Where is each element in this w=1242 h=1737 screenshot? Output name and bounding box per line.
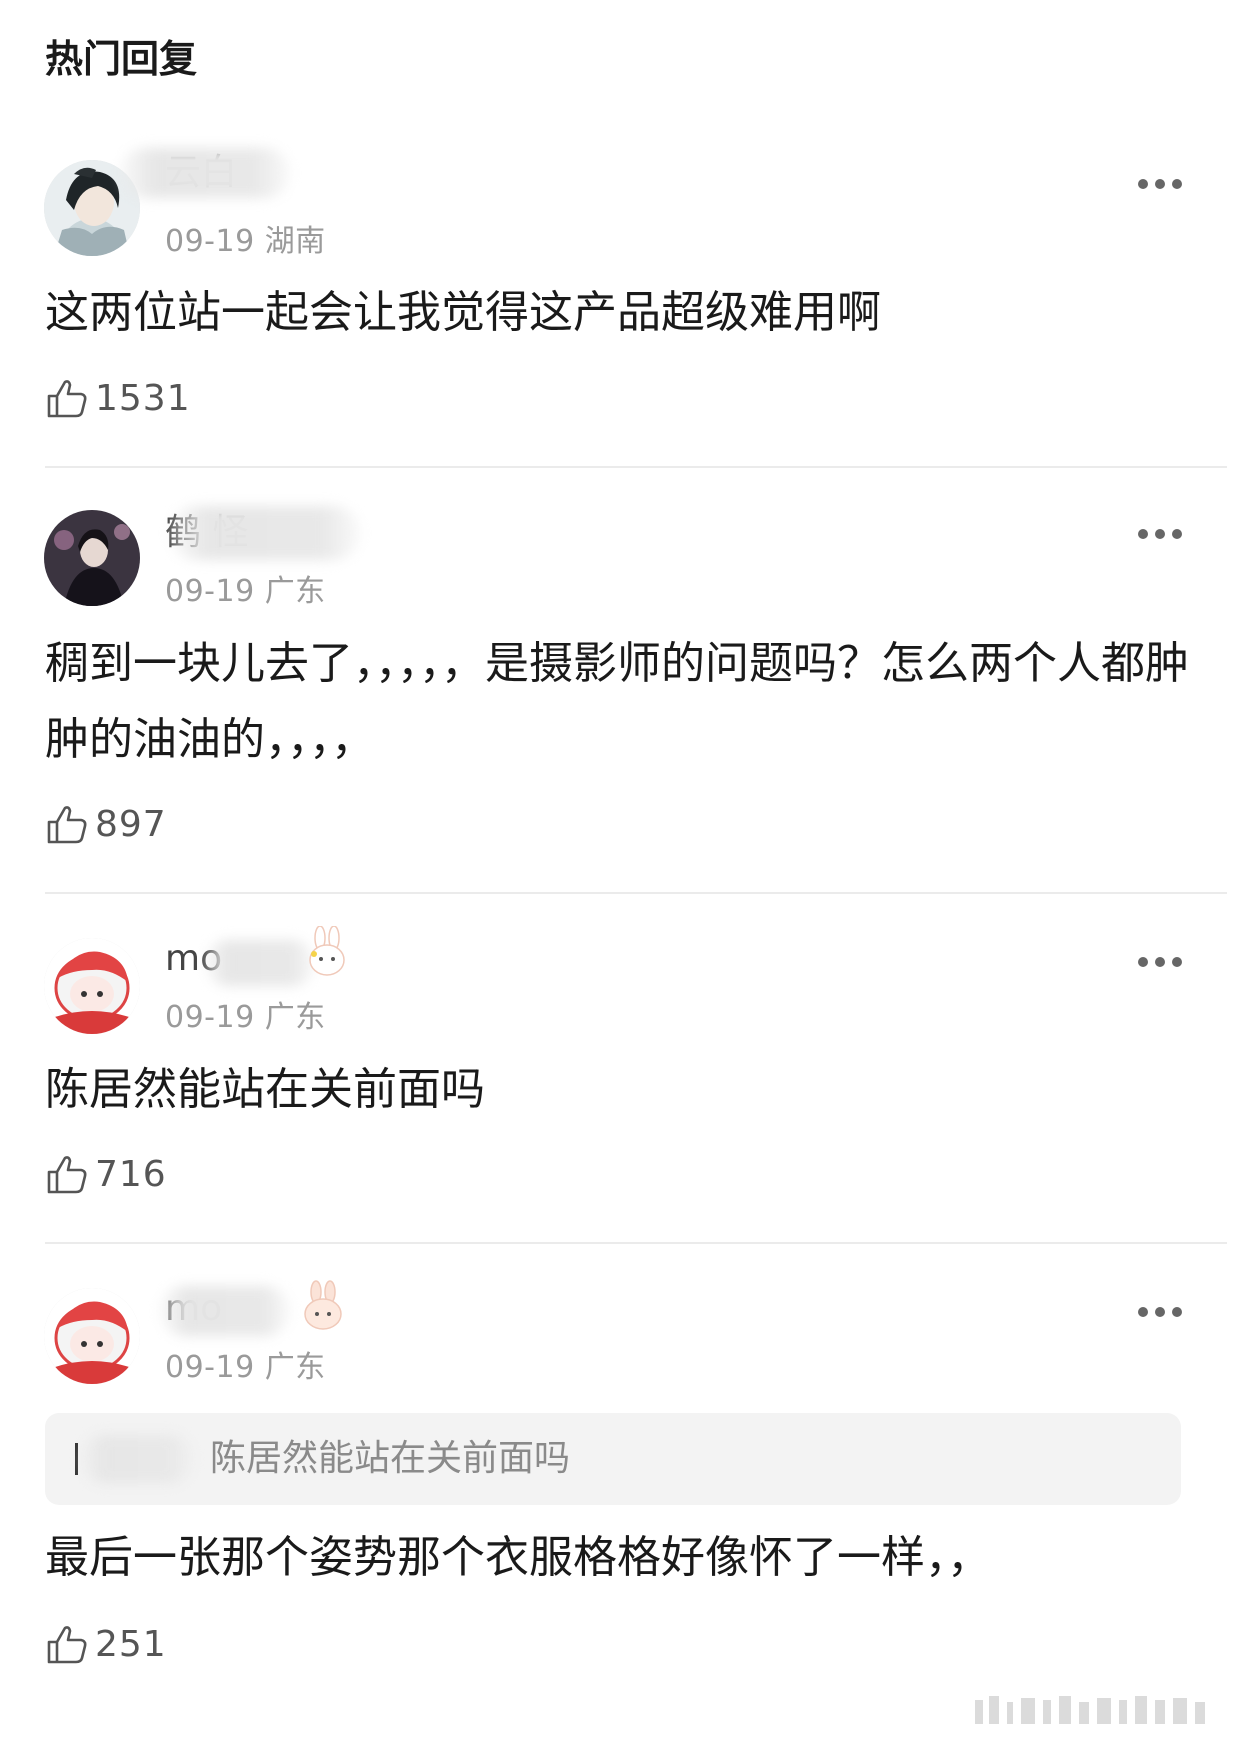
- username-redaction: [120, 148, 290, 198]
- like-button[interactable]: 1531: [45, 374, 191, 422]
- comment-meta: 09-19 广东: [165, 992, 326, 1036]
- quoted-text: 陈居然能站在关前面吗: [210, 1438, 571, 1479]
- like-count: 251: [95, 1623, 167, 1665]
- more-dots-icon[interactable]: [1138, 1306, 1182, 1318]
- divider: [45, 466, 1227, 468]
- quote-user-redaction: [81, 1435, 193, 1483]
- username-redaction: [205, 940, 315, 986]
- like-count: 897: [95, 803, 167, 845]
- comment-date: 09-19: [165, 574, 255, 609]
- thumbs-up-icon: [45, 802, 89, 846]
- comment-text: 这两位站一起会让我觉得这产品超级难用啊: [45, 287, 881, 338]
- avatar[interactable]: [44, 1288, 140, 1384]
- thumbs-up-icon: [45, 1622, 89, 1666]
- comment-region: 湖南: [264, 224, 326, 259]
- comment-text: 稠到一块儿去了，，，，，是摄影师的问题吗？怎么两个人都肿肿的油油的，，，，: [45, 638, 1189, 765]
- comment-text: 陈居然能站在关前面吗: [45, 1064, 485, 1115]
- comment-region: 广东: [264, 574, 326, 609]
- comment-text: 最后一张那个姿势那个衣服格格好像怀了一样，，: [45, 1532, 991, 1583]
- like-count: 716: [95, 1153, 167, 1195]
- quoted-reply[interactable]: 陈居然能站在关前面吗: [45, 1413, 1181, 1505]
- comment-meta: 09-19 湖南: [165, 216, 326, 260]
- like-button[interactable]: 897: [45, 800, 167, 848]
- bunny-sticker-icon: [296, 1280, 350, 1334]
- thumbs-up-icon: [45, 1152, 89, 1196]
- avatar[interactable]: [44, 510, 140, 606]
- comment-meta: 09-19 广东: [165, 566, 326, 610]
- comment-date: 09-19: [165, 1350, 255, 1385]
- like-count: 1531: [95, 377, 191, 419]
- like-button[interactable]: 251: [45, 1620, 167, 1668]
- more-dots-icon[interactable]: [1138, 956, 1182, 968]
- comment-region: 广东: [264, 1350, 326, 1385]
- quote-user-redacted: [75, 1443, 78, 1475]
- comment-date: 09-19: [165, 224, 255, 259]
- like-button[interactable]: 716: [45, 1150, 167, 1198]
- more-dots-icon[interactable]: [1138, 528, 1182, 540]
- thumbs-up-icon: [45, 376, 89, 420]
- divider: [45, 1242, 1227, 1244]
- comment-region: 广东: [264, 1000, 326, 1035]
- divider: [45, 892, 1227, 894]
- section-title: 热门回复: [45, 37, 198, 81]
- more-dots-icon[interactable]: [1138, 178, 1182, 190]
- comment-meta: 09-19 广东: [165, 1342, 326, 1386]
- comment-date: 09-19: [165, 1000, 255, 1035]
- username-redaction: [170, 506, 360, 560]
- bunny-sticker-icon: [300, 925, 354, 980]
- avatar[interactable]: [44, 938, 140, 1034]
- watermark-graphic: [975, 1694, 1215, 1728]
- username-redaction: [160, 1286, 290, 1336]
